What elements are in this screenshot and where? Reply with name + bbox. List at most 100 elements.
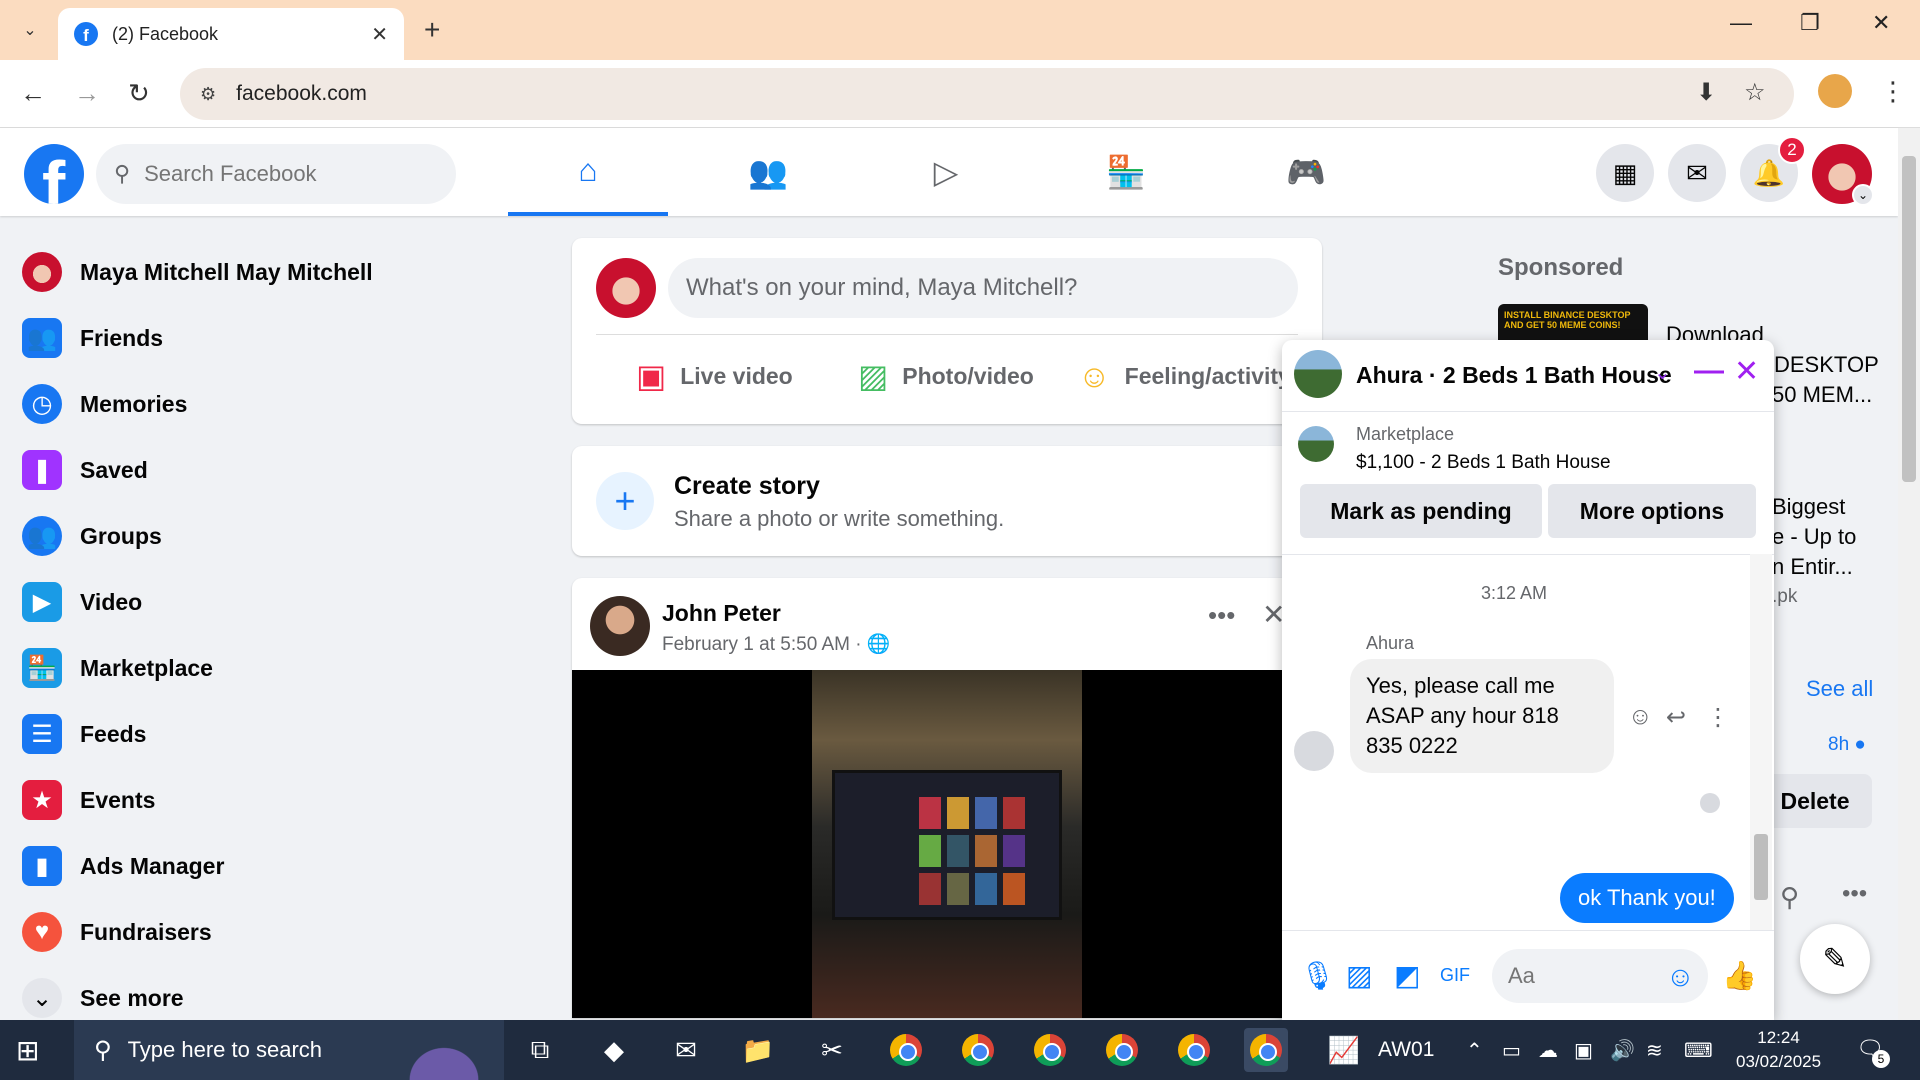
notification-center-icon[interactable]: 🗨 5 [1856,1036,1890,1068]
post-author-name[interactable]: John Peter [662,600,781,627]
file-explorer-icon[interactable]: 📁 [736,1028,780,1072]
react-icon[interactable]: ☺ [1628,703,1653,731]
outgoing-message[interactable]: ok Thank you! [1560,873,1734,923]
message-input[interactable]: ☺ [1492,949,1708,1003]
see-all-link[interactable]: See all [1806,676,1873,702]
tab-search-chevron-icon[interactable]: ⌄ [10,10,50,50]
back-icon[interactable]: ← [20,78,46,109]
minimize-chat-icon[interactable]: — [1694,354,1724,388]
battery-icon[interactable]: ▭ [1502,1038,1521,1063]
site-settings-icon[interactable]: ⚙ [200,84,216,105]
ad-thumbnail[interactable]: INSTALL BINANCE DESKTOP AND GET 50 MEME … [1498,304,1648,340]
sidebar-item-ads-manager[interactable]: ▮ Ads Manager [22,838,502,894]
live-video-button[interactable]: ▣ Live video [636,354,793,398]
nav-tab-home[interactable]: ⌂ [508,128,668,216]
listing-thumbnail[interactable] [1298,426,1334,462]
ad-title-text[interactable]: DESKTOP [1774,352,1879,378]
mark-as-pending-button[interactable]: Mark as pending [1300,484,1542,538]
copilot-icon[interactable]: ◆ [592,1028,636,1072]
close-window-icon[interactable]: ✕ [1872,10,1890,36]
whats-on-your-mind-input[interactable]: What's on your mind, Maya Mitchell? [668,258,1298,318]
gif-icon[interactable]: GIF [1440,965,1470,986]
chat-header[interactable]: Ahura · 2 Beds 1 Bath House ⌄ — ✕ [1282,340,1774,412]
sidebar-item-marketplace[interactable]: 🏪 Marketplace [22,640,502,696]
chrome-icon[interactable] [1244,1028,1288,1072]
task-view-icon[interactable]: ⧉ [518,1028,562,1072]
chrome-icon[interactable] [1172,1028,1216,1072]
minimize-window-icon[interactable]: — [1730,10,1752,36]
outlook-icon[interactable]: ✉ [664,1028,708,1072]
close-tab-icon[interactable]: ✕ [371,22,388,47]
sidebar-item-memories[interactable]: ◷ Memories [22,376,502,432]
keyboard-icon[interactable]: ⌨ [1684,1038,1713,1063]
onedrive-icon[interactable]: ☁ [1538,1038,1558,1063]
thumbs-up-icon[interactable]: 👍 [1722,959,1757,992]
post-timestamp[interactable]: February 1 at 5:50 AM · 🌐 [662,632,891,656]
chrome-icon[interactable] [884,1028,928,1072]
post-media[interactable] [572,670,1322,1018]
photo-icon[interactable]: ▨ [1346,959,1372,992]
chrome-icon[interactable] [956,1028,1000,1072]
chat-scrollbar-thumb[interactable] [1754,834,1768,900]
stock-chart-icon[interactable]: 📈 [1322,1028,1366,1072]
listing-title[interactable]: $1,100 - 2 Beds 1 Bath House [1356,452,1611,474]
browser-tab-facebook[interactable]: f (2) Facebook ✕ [58,8,404,60]
browser-profile-avatar[interactable] [1818,74,1852,108]
ad-title-text[interactable]: Biggest [1772,494,1845,520]
microphone-icon[interactable]: 🎙 [1300,959,1336,992]
sidebar-item-groups[interactable]: 👥 Groups [22,508,502,564]
close-chat-icon[interactable]: ✕ [1734,354,1759,389]
feeling-activity-button[interactable]: ☺ Feeling/activity [1078,354,1291,398]
reply-icon[interactable]: ↩ [1666,703,1686,732]
messenger-button[interactable]: ✉ [1668,144,1726,202]
sidebar-item-feeds[interactable]: ☰ Feeds [22,706,502,762]
bookmark-star-icon[interactable]: ☆ [1744,78,1766,107]
post-options-icon[interactable]: ••• [1208,600,1235,631]
page-scrollbar-thumb[interactable] [1902,156,1916,482]
chat-scrollbar[interactable] [1750,554,1772,930]
create-story-card[interactable]: + Create story Share a photo or write so… [572,446,1322,556]
device-icon[interactable]: ▣ [1574,1038,1593,1063]
chevron-down-icon[interactable]: ⌄ [1654,360,1671,385]
windows-start-icon[interactable]: ⊞ [16,1034,39,1067]
chat-title[interactable]: Ahura · 2 Beds 1 Bath House [1356,362,1672,389]
chrome-icon[interactable] [1100,1028,1144,1072]
ad-title-text[interactable]: 50 MEM... [1772,382,1872,408]
menu-grid-button[interactable]: ▦ [1596,144,1654,202]
show-hidden-icons-icon[interactable]: ⌃ [1466,1038,1483,1063]
volume-icon[interactable]: 🔊 [1610,1038,1635,1063]
contacts-options-icon[interactable]: ••• [1842,880,1867,908]
chat-avatar[interactable] [1294,350,1342,398]
sidebar-item-video[interactable]: ▶ Video [22,574,502,630]
install-app-icon[interactable]: ⬇ [1696,78,1716,107]
sidebar-item-saved[interactable]: ❚ Saved [22,442,502,498]
restore-window-icon[interactable]: ❐ [1800,10,1820,36]
snipping-tool-icon[interactable]: ✂ [810,1028,854,1072]
sidebar-item-events[interactable]: ★ Events [22,772,502,828]
wifi-icon[interactable]: ≋ [1646,1038,1663,1063]
more-options-button[interactable]: More options [1548,484,1756,538]
sidebar-item-friends[interactable]: 👥 Friends [22,310,502,366]
delete-button[interactable]: Delete [1758,774,1872,828]
facebook-search[interactable]: ⚲ [96,144,456,204]
sidebar-see-more[interactable]: ⌄ See more [22,970,502,1026]
ad-title-text[interactable]: e - Up to [1772,524,1856,550]
nav-tab-gaming[interactable]: 🎮 [1226,128,1386,216]
chrome-icon[interactable] [1028,1028,1072,1072]
forward-icon[interactable]: → [74,78,100,109]
browser-menu-icon[interactable]: ⋮ [1880,76,1906,107]
emoji-icon[interactable]: ☺ [1666,961,1695,993]
nav-tab-marketplace[interactable]: 🏪 [1046,128,1206,216]
taskbar-clock[interactable]: 12:24 03/02/2025 [1736,1026,1821,1074]
address-bar[interactable]: ⚙ facebook.com [180,68,1794,120]
message-input-field[interactable] [1492,949,1652,1003]
sidebar-item-profile[interactable]: Maya Mitchell May Mitchell [22,244,502,300]
message-more-icon[interactable]: ⋮ [1706,703,1730,732]
nav-tab-watch[interactable]: ▷ [866,128,1026,216]
post-author-avatar[interactable] [590,596,650,656]
chat-messages[interactable]: 3:12 AM Ahura Yes, please call me ASAP a… [1282,554,1774,930]
new-tab-icon[interactable]: + [424,14,440,46]
page-scrollbar[interactable] [1898,128,1920,1020]
taskbar-search-input[interactable] [127,1037,428,1063]
nav-tab-friends[interactable]: 👥 [688,128,848,216]
